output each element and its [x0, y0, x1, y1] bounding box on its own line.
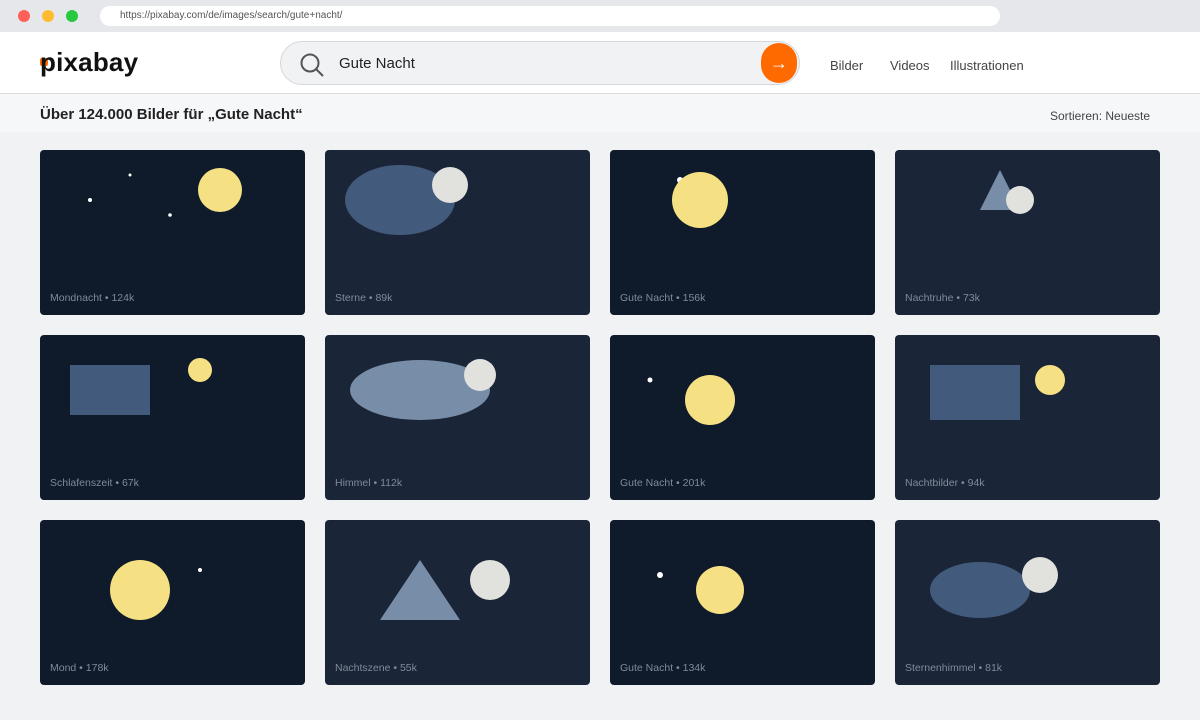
image-tile[interactable]: Sternenhimmel • 81k — [895, 520, 1160, 685]
tile-image — [325, 520, 590, 685]
sort-dropdown[interactable]: Sortieren: Neueste — [1050, 109, 1150, 123]
image-tile[interactable]: Gute Nacht • 134k — [610, 520, 875, 685]
tile-image — [610, 335, 875, 500]
tile-image — [895, 335, 1160, 500]
search-icon[interactable] — [299, 52, 325, 78]
browser-chrome: https://pixabay.com/de/images/search/gut… — [0, 0, 1200, 32]
tile-caption: Sterne • 89k — [335, 292, 393, 304]
image-tile[interactable]: Nachtruhe • 73k — [895, 150, 1160, 315]
tile-image — [610, 150, 875, 315]
tile-caption: Nachtbilder • 94k — [905, 477, 985, 489]
tile-caption: Mondnacht • 124k — [50, 292, 135, 304]
tile-caption: Schlafenszeit • 67k — [50, 477, 139, 489]
image-tile[interactable]: Schlafenszeit • 67k — [40, 335, 305, 500]
tile-caption: Nachtruhe • 73k — [905, 292, 980, 304]
results-bar: Über 124.000 Bilder für „Gute Nacht“ Sor… — [0, 94, 1200, 132]
image-tile[interactable]: Gute Nacht • 156k — [610, 150, 875, 315]
image-tile[interactable]: Nachtbilder • 94k — [895, 335, 1160, 500]
address-bar[interactable]: https://pixabay.com/de/images/search/gut… — [100, 6, 1000, 26]
maximize-window-icon[interactable] — [66, 10, 78, 22]
site-logo[interactable]: pixabay — [40, 47, 138, 78]
image-grid: Mondnacht • 124k Sterne • 89k Gute Nacht… — [40, 150, 1160, 685]
tile-image — [40, 520, 305, 685]
tile-caption: Nachtszene • 55k — [335, 662, 417, 674]
minimize-window-icon[interactable] — [42, 10, 54, 22]
tile-image — [325, 150, 590, 315]
results-title: Über 124.000 Bilder für „Gute Nacht“ — [40, 106, 303, 123]
search-input[interactable] — [339, 42, 739, 84]
nav-link-videos[interactable]: Videos — [890, 58, 930, 73]
image-tile[interactable]: Himmel • 112k — [325, 335, 590, 500]
image-tile[interactable]: Nachtszene • 55k — [325, 520, 590, 685]
tile-caption: Himmel • 112k — [335, 477, 403, 489]
tile-caption: Gute Nacht • 156k — [620, 292, 706, 304]
tile-caption: Mond • 178k — [50, 662, 109, 674]
search-bar: → — [280, 41, 800, 85]
image-tile[interactable]: Sterne • 89k — [325, 150, 590, 315]
site-header: pixabay → Bilder Videos Illustrationen — [0, 32, 1200, 94]
tile-image — [40, 150, 305, 315]
image-tile[interactable]: Mondnacht • 124k — [40, 150, 305, 315]
nav-link-illustrations[interactable]: Illustrationen — [950, 58, 1024, 73]
tile-image — [895, 520, 1160, 685]
search-submit-button[interactable]: → — [761, 43, 797, 83]
tile-image — [610, 520, 875, 685]
image-tile[interactable]: Mond • 178k — [40, 520, 305, 685]
tile-image — [40, 335, 305, 500]
tile-caption: Sternenhimmel • 81k — [905, 662, 1003, 674]
tile-image — [325, 335, 590, 500]
close-window-icon[interactable] — [18, 10, 30, 22]
tile-caption: Gute Nacht • 201k — [620, 477, 706, 489]
nav-link-images[interactable]: Bilder — [830, 58, 863, 73]
image-tile[interactable]: Gute Nacht • 201k — [610, 335, 875, 500]
tile-caption: Gute Nacht • 134k — [620, 662, 706, 674]
tile-image — [895, 150, 1160, 315]
